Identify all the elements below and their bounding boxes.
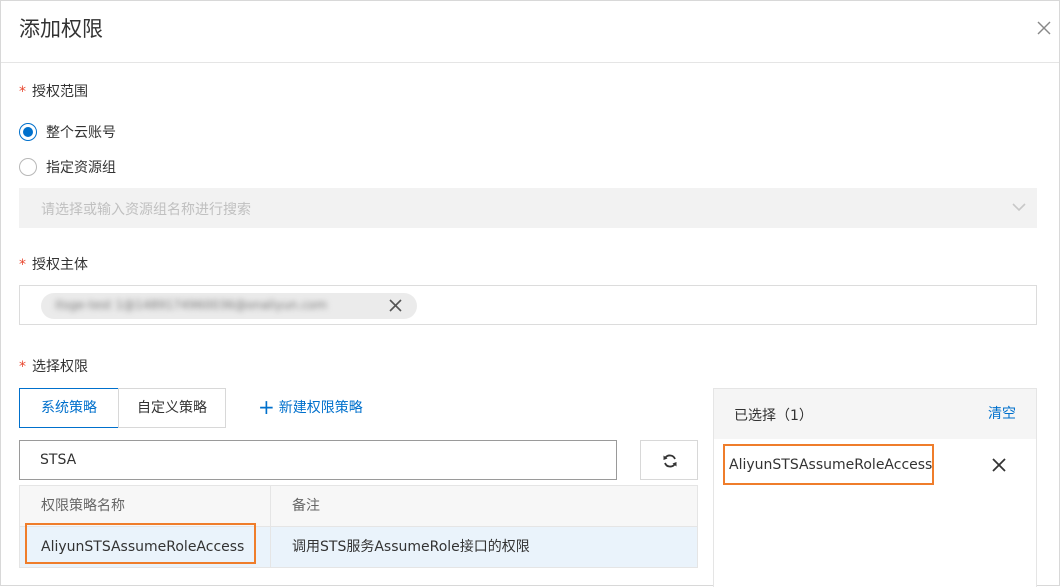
refresh-button[interactable] xyxy=(640,440,698,480)
new-policy-label: 新建权限策略 xyxy=(278,400,363,416)
required-mark: * xyxy=(19,257,26,273)
required-mark: * xyxy=(19,84,26,100)
resource-group-placeholder: 请选择或输入资源组名称进行搜索 xyxy=(41,202,251,218)
column-header-policy-name: 权限策略名称 xyxy=(20,486,271,526)
radio-whole-account[interactable]: 整个云账号 xyxy=(19,122,116,142)
radio-checked-icon[interactable] xyxy=(19,123,37,141)
principal-label-text: 授权主体 xyxy=(32,257,88,273)
policy-type-tabs: 系统策略 自定义策略 xyxy=(19,388,226,428)
principal-tag-value: itsge-test 1@1489174960036@onaliyun.com xyxy=(55,298,328,312)
selected-title: 已选择（1） xyxy=(734,408,813,424)
principal-label: * 授权主体 xyxy=(19,254,88,274)
remove-selected-icon[interactable] xyxy=(992,458,1006,472)
tab-system-policy[interactable]: 系统策略 xyxy=(19,388,119,428)
tab-custom-policy[interactable]: 自定义策略 xyxy=(118,388,226,428)
add-permission-dialog: 添加权限 * 授权范围 整个云账号 指定资源组 请选择或输入资源组名称进行搜索 *… xyxy=(0,0,1060,587)
selected-panel: 已选择（1） 清空 AliyunSTSAssumeRoleAccess xyxy=(713,388,1037,587)
policy-search-input[interactable] xyxy=(19,440,617,480)
permissions-label-text: 选择权限 xyxy=(32,359,88,375)
close-icon[interactable] xyxy=(1033,17,1055,39)
table-row[interactable]: AliyunSTSAssumeRoleAccess 调用STS服务AssumeR… xyxy=(19,527,698,568)
table-header: 权限策略名称 备注 xyxy=(19,485,698,527)
required-mark: * xyxy=(19,359,26,375)
selected-item: AliyunSTSAssumeRoleAccess xyxy=(729,457,933,473)
principal-input[interactable]: itsge-test 1@1489174960036@onaliyun.com xyxy=(19,285,1037,325)
scope-label-text: 授权范围 xyxy=(32,84,88,100)
chevron-down-icon xyxy=(1012,203,1026,212)
policy-name-cell: AliyunSTSAssumeRoleAccess xyxy=(20,527,271,567)
policy-note-cell: 调用STS服务AssumeRole接口的权限 xyxy=(292,539,530,555)
scope-label: * 授权范围 xyxy=(19,81,88,101)
policy-table: 权限策略名称 备注 AliyunSTSAssumeRoleAccess 调用ST… xyxy=(19,485,698,568)
new-policy-link[interactable]: + 新建权限策略 xyxy=(258,397,363,417)
radio-resource-group-label: 指定资源组 xyxy=(46,160,116,176)
dialog-header: 添加权限 xyxy=(1,1,1059,63)
principal-tag: itsge-test 1@1489174960036@onaliyun.com xyxy=(41,293,417,319)
dialog-title: 添加权限 xyxy=(19,17,103,41)
radio-whole-account-label: 整个云账号 xyxy=(46,125,116,141)
refresh-icon xyxy=(663,454,677,468)
column-header-note: 备注 xyxy=(292,498,320,514)
permissions-label: * 选择权限 xyxy=(19,356,88,376)
radio-resource-group[interactable]: 指定资源组 xyxy=(19,157,116,177)
selected-panel-header: 已选择（1） 清空 xyxy=(714,389,1036,439)
clear-button[interactable]: 清空 xyxy=(988,403,1016,423)
resource-group-select: 请选择或输入资源组名称进行搜索 xyxy=(19,188,1037,228)
plus-icon: + xyxy=(258,395,275,419)
radio-unchecked-icon[interactable] xyxy=(19,158,37,176)
remove-tag-icon[interactable] xyxy=(388,298,403,313)
